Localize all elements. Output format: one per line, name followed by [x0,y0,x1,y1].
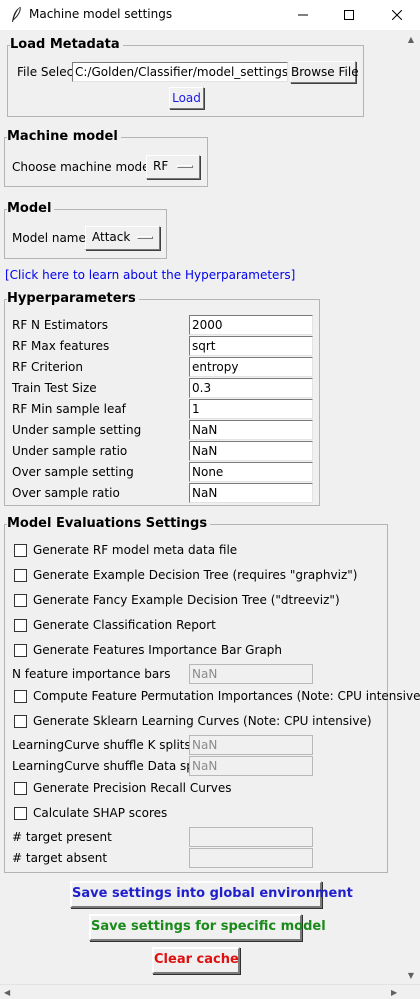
lc-k-splits-label: LearningCurve shuffle K splits [12,738,191,752]
hyperparam-input[interactable]: None [189,462,313,482]
decision-tree-checkbox[interactable] [14,569,27,582]
scroll-up-icon[interactable]: ▲ [407,36,415,44]
model-title: Model [7,201,55,217]
close-button[interactable] [374,0,420,30]
maximize-icon [344,10,354,20]
feature-importance-checkbox-label: Generate Features Importance Bar Graph [33,643,282,657]
fancy-tree-checkbox-label: Generate Fancy Example Decision Tree ("d… [33,593,340,607]
hyperparam-label: Over sample setting [12,465,134,479]
lc-k-splits-input[interactable]: NaN [189,735,313,755]
target-absent-label: # target absent [12,851,108,865]
lc-data-splits-input[interactable]: NaN [189,756,313,776]
evaluations-title: Model Evaluations Settings [7,516,211,532]
decision-tree-checkbox-label: Generate Example Decision Tree (requires… [33,568,358,582]
hyperparam-input[interactable]: 2000 [189,315,313,335]
scroll-down-icon[interactable]: ▼ [407,972,415,980]
learning-curves-checkbox[interactable] [14,715,27,728]
machine-model-value: RF [153,159,169,173]
shap-checkbox[interactable] [14,807,27,820]
target-absent-input[interactable] [189,848,313,868]
model-name-value: Attack [92,230,131,244]
hyperparam-input[interactable]: NaN [189,483,313,503]
hyperparam-input[interactable]: 1 [189,399,313,419]
hyperparam-input[interactable]: NaN [189,420,313,440]
save-specific-button[interactable]: Save settings for specific model [89,914,326,941]
hyperparam-input[interactable]: 0.3 [189,378,313,398]
hyperparam-label: RF Max features [12,339,110,353]
n-feature-bars-input[interactable]: NaN [189,664,313,684]
permutation-checkbox-label: Compute Feature Permutation Importances … [33,689,420,703]
title-bar: Machine model settings [0,0,420,30]
dropdown-indicator-icon [137,236,153,239]
hyperparam-label: Train Test Size [12,381,97,395]
hyperparam-input[interactable]: NaN [189,441,313,461]
classification-report-checkbox[interactable] [14,619,27,632]
permutation-checkbox[interactable] [14,690,27,703]
target-present-label: # target present [12,830,112,844]
horizontal-scrollbar[interactable]: ◀ ▶ [0,984,420,999]
hyperparam-label: Under sample setting [12,423,142,437]
n-feature-bars-label: N feature importance bars [12,667,171,681]
hyperparam-label: RF Min sample leaf [12,402,126,416]
feature-importance-checkbox[interactable] [14,644,27,657]
model-name-label: Model name [12,231,86,245]
scroll-right-icon[interactable]: ▶ [391,988,397,997]
hyperparam-label: Over sample ratio [12,486,120,500]
meta-data-checkbox[interactable] [14,544,27,557]
save-global-button[interactable]: Save settings into global environment [70,881,353,908]
learning-curves-checkbox-label: Generate Sklearn Learning Curves (Note: … [33,714,372,728]
choose-model-label: Choose machine model: [12,160,157,174]
file-path-input[interactable]: C:/Golden/Classifier/model_settings.csv [72,62,288,82]
hyperparam-input[interactable]: sqrt [189,336,313,356]
vertical-scrollbar[interactable]: ▲ ▼ [402,30,420,984]
load-button[interactable]: Load [169,87,204,109]
clear-cache-button[interactable]: Clear cache [152,947,240,974]
target-present-input[interactable] [189,827,313,847]
minimize-button[interactable] [280,0,326,30]
dropdown-indicator-icon [177,165,193,168]
window-title: Machine model settings [29,7,173,21]
hyperparam-label: RF Criterion [12,360,84,374]
shap-checkbox-label: Calculate SHAP scores [33,806,168,820]
minimize-icon [298,14,308,16]
file-select-label: File Select [17,65,78,79]
browse-file-button[interactable]: Browse File [290,61,359,83]
model-name-dropdown[interactable]: Attack [85,226,160,250]
hyperparameters-help-link[interactable]: [Click here to learn about the Hyperpara… [5,268,295,283]
hyperparameters-title: Hyperparameters [7,291,139,307]
hyperparam-label: RF N Estimators [12,318,108,332]
meta-data-checkbox-label: Generate RF model meta data file [33,543,238,557]
machine-model-dropdown[interactable]: RF [146,155,200,179]
scroll-left-icon[interactable]: ◀ [4,988,10,997]
fancy-tree-checkbox[interactable] [14,594,27,607]
precision-recall-checkbox-label: Generate Precision Recall Curves [33,781,232,795]
hyperparam-label: Under sample ratio [12,444,128,458]
precision-recall-checkbox[interactable] [14,782,27,795]
maximize-button[interactable] [326,0,372,30]
load-metadata-title: Load Metadata [10,37,123,53]
classification-report-checkbox-label: Generate Classification Report [33,618,216,632]
feather-icon [12,6,21,22]
lc-data-splits-label: LearningCurve shuffle Data splits [12,759,212,773]
close-icon [392,10,402,20]
machine-model-title: Machine model [7,129,121,145]
hyperparam-input[interactable]: entropy [189,357,313,377]
